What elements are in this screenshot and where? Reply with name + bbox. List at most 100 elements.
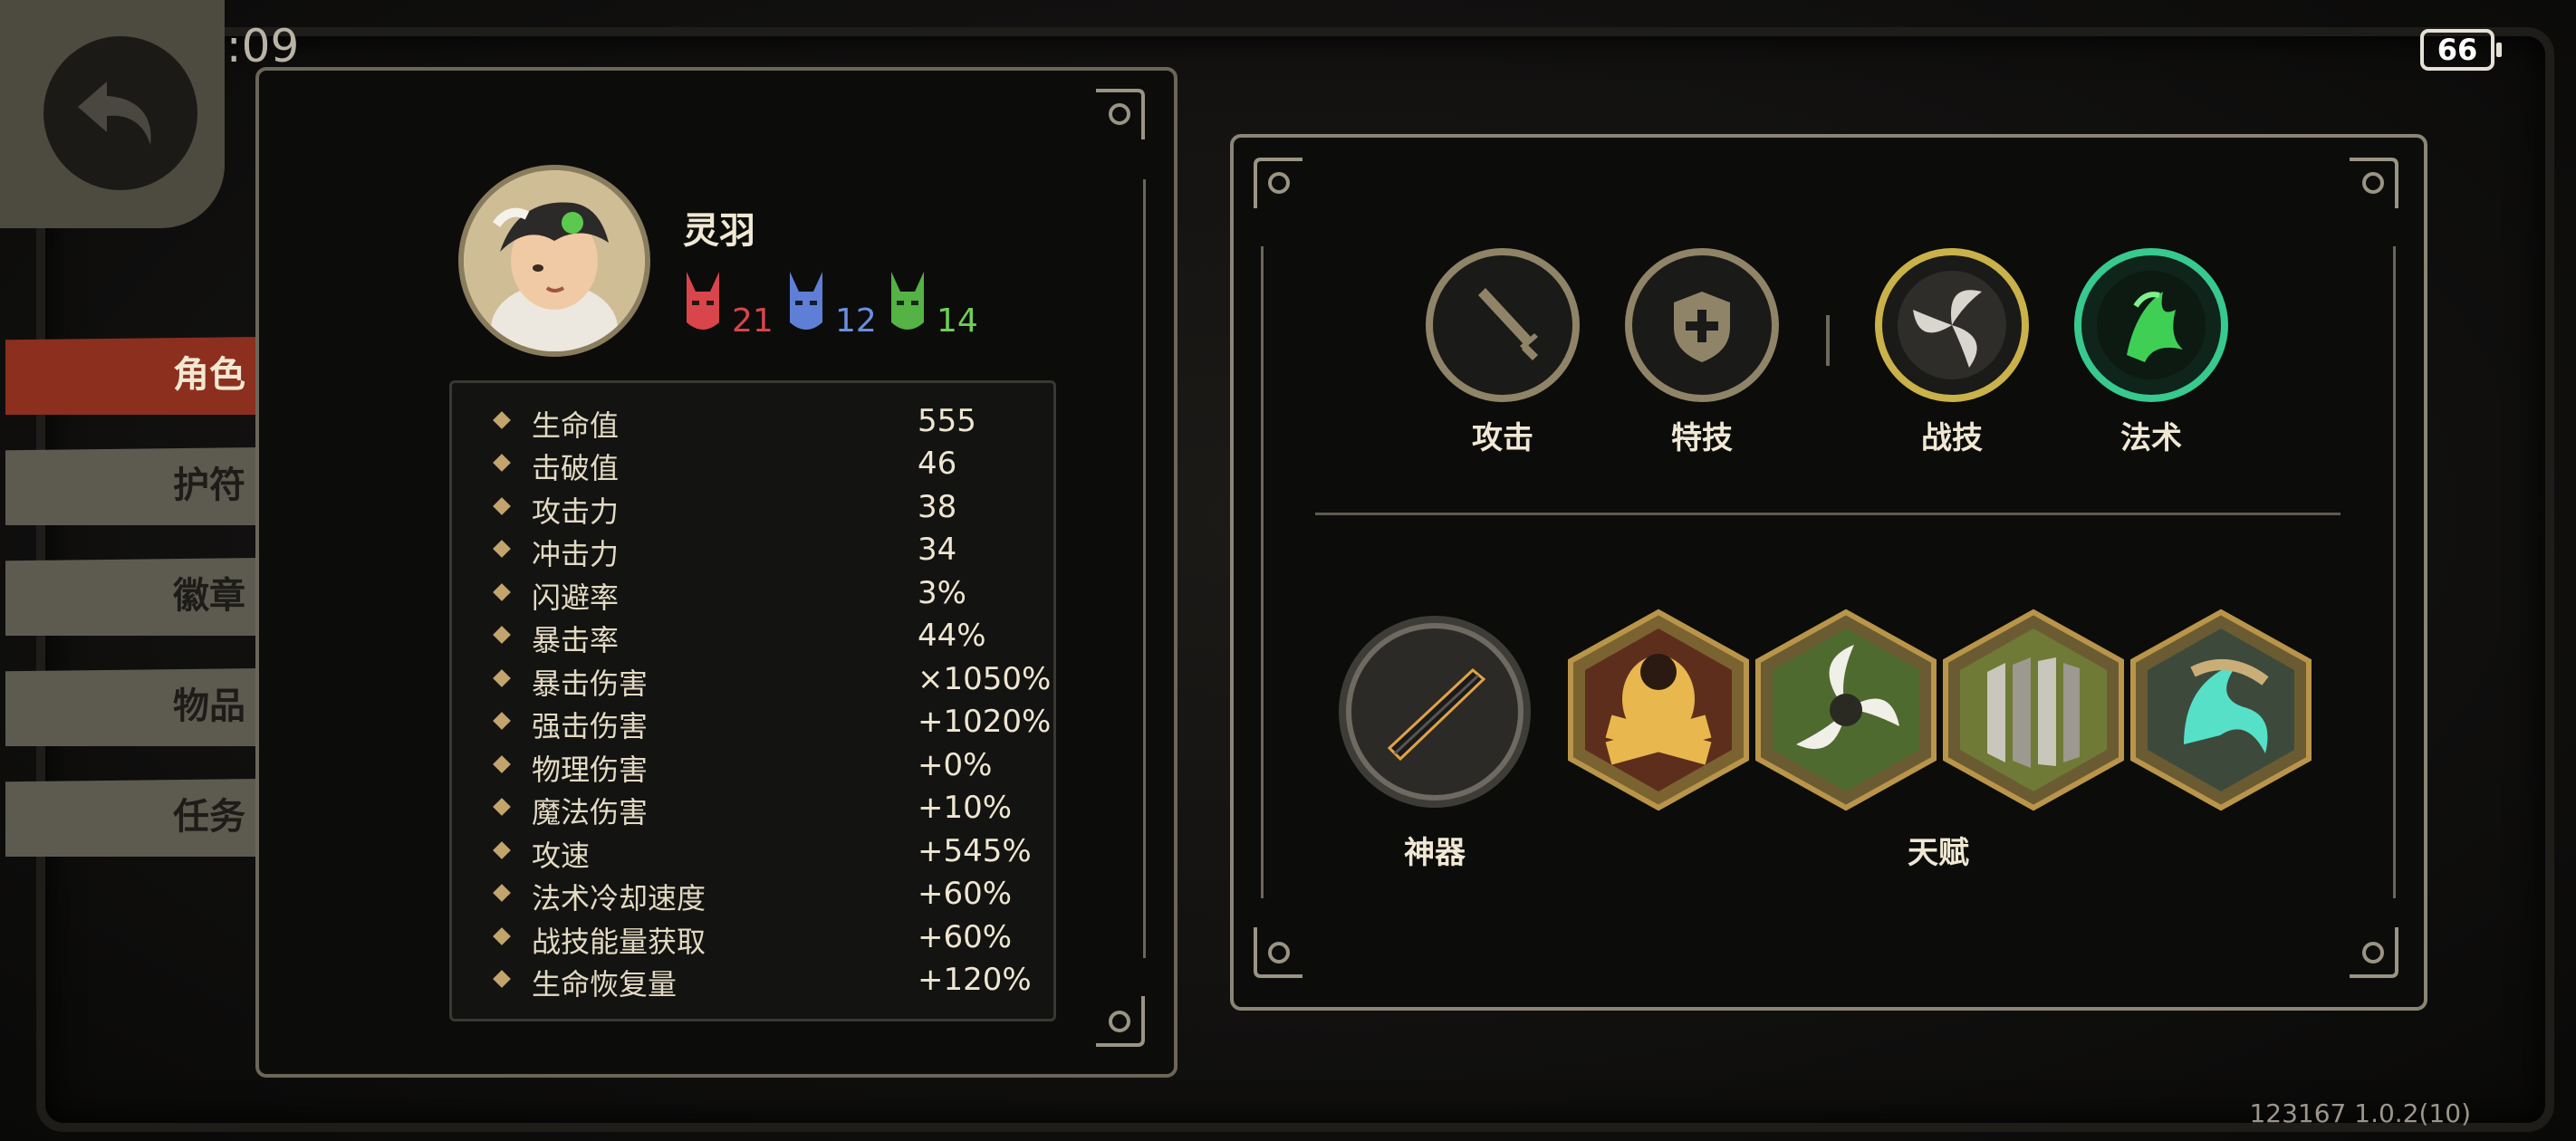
skill-divider bbox=[1826, 315, 1830, 366]
stat-label: 暴击率 bbox=[532, 623, 620, 657]
sword-icon bbox=[1478, 288, 1538, 360]
stat-row: 强击伤害 +1020% bbox=[452, 700, 1053, 743]
stat-value: +60% bbox=[918, 876, 1013, 912]
panel-inner-line bbox=[1261, 246, 1264, 898]
green-resource-count: 14 bbox=[937, 302, 978, 340]
hero-portrait-art bbox=[464, 170, 645, 351]
stat-row: 物理伤害 +0% bbox=[452, 743, 1053, 787]
stat-label: 强击伤害 bbox=[532, 709, 649, 743]
skill-combat-label: 战技 bbox=[1921, 420, 1983, 456]
battery-indicator: 66 bbox=[2420, 29, 2502, 71]
stat-value: 38 bbox=[918, 489, 957, 525]
stat-value: ×1050% bbox=[918, 661, 1052, 697]
diamond-bullet-icon bbox=[493, 669, 511, 687]
stat-value: +0% bbox=[918, 747, 993, 783]
shield-icon bbox=[1674, 292, 1730, 362]
stat-value: +1020% bbox=[918, 704, 1052, 740]
red-mask-resource: 21 bbox=[683, 272, 774, 344]
stat-value: 3% bbox=[918, 575, 966, 611]
panel-inner-line bbox=[2393, 246, 2396, 898]
section-divider bbox=[1315, 513, 2341, 515]
stat-value: +60% bbox=[918, 919, 1013, 955]
skill-attack-button[interactable] bbox=[1426, 248, 1580, 402]
stat-row: 法术冷却速度 +60% bbox=[452, 872, 1053, 916]
back-arrow-icon bbox=[78, 82, 151, 145]
artifact-label: 神器 bbox=[1404, 835, 1466, 871]
corner-ornament-icon bbox=[1254, 158, 1302, 208]
diamond-bullet-icon bbox=[493, 755, 511, 773]
hero-portrait[interactable] bbox=[458, 165, 650, 357]
hero-name: 灵羽 bbox=[683, 210, 755, 252]
diamond-bullet-icon bbox=[493, 497, 511, 515]
stat-label: 生命值 bbox=[532, 408, 620, 443]
skill-spell-button[interactable] bbox=[2074, 248, 2228, 402]
stat-row: 暴击伤害 ×1050% bbox=[452, 657, 1053, 701]
stat-value: +545% bbox=[918, 833, 1032, 869]
talent-slot-3[interactable] bbox=[1942, 609, 2125, 811]
stat-row: 冲击力 34 bbox=[452, 528, 1053, 571]
talent-slot-2[interactable] bbox=[1754, 609, 1937, 811]
stat-value: 34 bbox=[918, 532, 957, 568]
diamond-bullet-icon bbox=[493, 411, 511, 429]
stat-value: +120% bbox=[918, 962, 1032, 998]
swirl-icon bbox=[1898, 271, 2006, 379]
corner-ornament-icon bbox=[1096, 89, 1145, 139]
stat-label: 暴击伤害 bbox=[532, 666, 649, 701]
skill-special-button[interactable] bbox=[1625, 248, 1779, 402]
diamond-bullet-icon bbox=[493, 712, 511, 730]
blue-resource-count: 12 bbox=[835, 302, 877, 340]
talent-slot-1[interactable] bbox=[1567, 609, 1750, 811]
stat-label: 击破值 bbox=[532, 451, 620, 485]
artifact-slot[interactable] bbox=[1339, 616, 1531, 808]
stat-row: 闪避率 3% bbox=[452, 571, 1053, 615]
talent-slot-4[interactable] bbox=[2129, 609, 2312, 811]
stat-label: 冲击力 bbox=[532, 537, 620, 571]
diamond-bullet-icon bbox=[493, 583, 511, 601]
talent-label: 天赋 bbox=[1908, 835, 1969, 871]
corner-ornament-icon bbox=[1096, 996, 1145, 1047]
red-mask-icon bbox=[687, 272, 719, 330]
stat-label: 法术冷却速度 bbox=[532, 881, 706, 916]
stat-row: 暴击率 44% bbox=[452, 614, 1053, 657]
stat-row: 击破值 46 bbox=[452, 442, 1053, 485]
diamond-bullet-icon bbox=[493, 884, 511, 902]
stat-label: 闪避率 bbox=[532, 580, 620, 615]
version-label: 123167 1.0.2(10) bbox=[2249, 1098, 2471, 1128]
stat-label: 生命恢复量 bbox=[532, 967, 678, 1002]
stat-value: 555 bbox=[918, 403, 976, 439]
green-mask-resource: 14 bbox=[888, 272, 978, 344]
diamond-bullet-icon bbox=[493, 540, 511, 558]
stat-value: 46 bbox=[918, 446, 957, 482]
skills-panel bbox=[1230, 134, 2427, 1011]
diamond-bullet-icon bbox=[493, 841, 511, 859]
stats-list: 生命值 555 击破值 46 攻击力 38 冲击力 34 闪避率 3% 暴击率 44% 暴击… bbox=[449, 380, 1056, 1021]
stat-row: 攻击力 38 bbox=[452, 485, 1053, 529]
corner-ornament-icon bbox=[2350, 158, 2398, 208]
stat-label: 战技能量获取 bbox=[532, 925, 706, 959]
blue-mask-resource: 12 bbox=[786, 272, 877, 344]
stat-row: 魔法伤害 +10% bbox=[452, 786, 1053, 829]
stat-label: 物理伤害 bbox=[532, 753, 649, 787]
green-mask-icon bbox=[891, 272, 924, 330]
stat-row: 生命值 555 bbox=[452, 399, 1053, 443]
artifact-icon bbox=[1351, 628, 1518, 795]
diamond-bullet-icon bbox=[493, 927, 511, 945]
stat-value: +10% bbox=[918, 790, 1013, 826]
stat-value: 44% bbox=[918, 618, 986, 654]
skill-combat-button[interactable] bbox=[1875, 248, 2029, 402]
diamond-bullet-icon bbox=[493, 626, 511, 644]
skill-special-label: 特技 bbox=[1671, 420, 1733, 456]
diamond-bullet-icon bbox=[493, 970, 511, 988]
green-spell-icon bbox=[2097, 271, 2206, 379]
red-resource-count: 21 bbox=[732, 302, 774, 340]
stat-row: 攻速 +545% bbox=[452, 829, 1053, 873]
diamond-bullet-icon bbox=[493, 798, 511, 816]
back-button[interactable] bbox=[0, 0, 225, 228]
stat-label: 攻速 bbox=[532, 839, 591, 873]
stat-row: 战技能量获取 +60% bbox=[452, 916, 1053, 959]
blue-mask-icon bbox=[790, 272, 822, 330]
panel-divider-line bbox=[1143, 179, 1146, 958]
corner-ornament-icon bbox=[2350, 927, 2398, 978]
diamond-bullet-icon bbox=[493, 454, 511, 472]
skill-attack-label: 攻击 bbox=[1472, 420, 1533, 456]
